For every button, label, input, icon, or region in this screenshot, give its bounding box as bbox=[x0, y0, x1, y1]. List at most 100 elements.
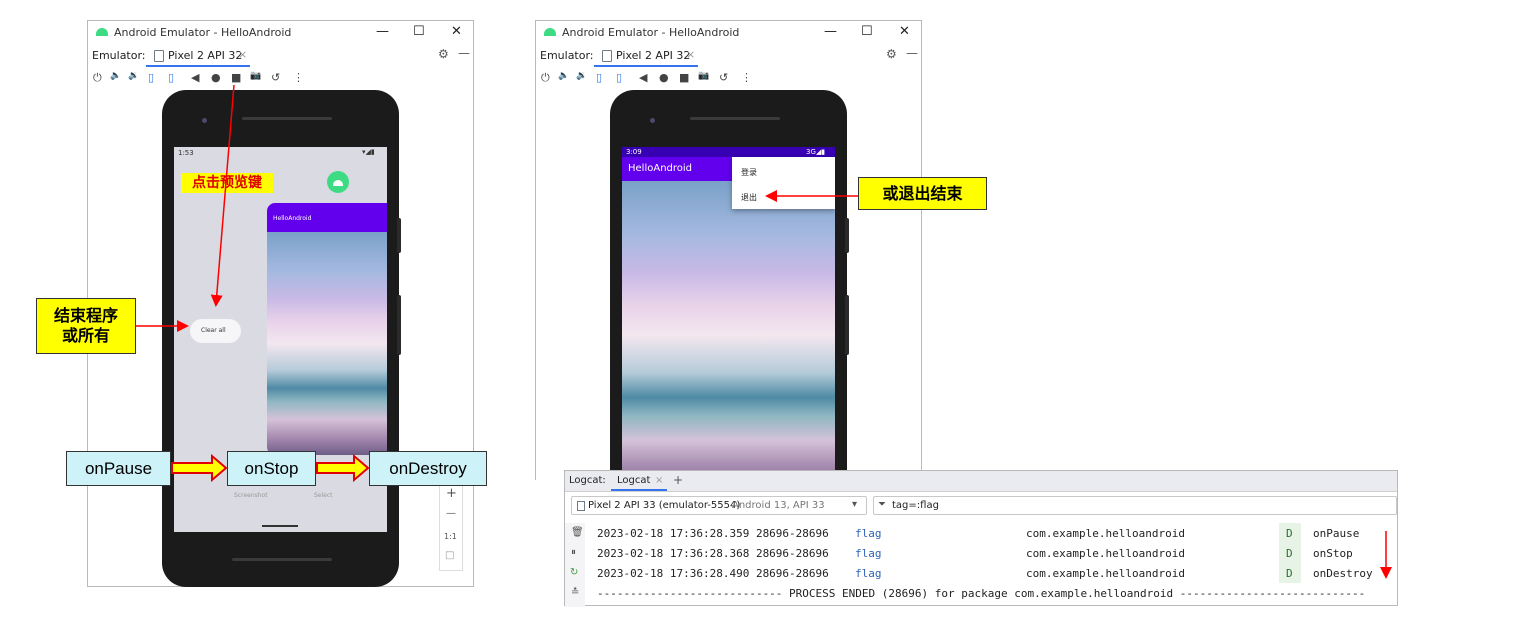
logcat-tab-label: Logcat bbox=[617, 475, 651, 486]
maximize-button[interactable]: ☐ bbox=[861, 24, 873, 39]
collapse-icon[interactable]: — bbox=[458, 46, 470, 60]
maximize-button[interactable]: ☐ bbox=[413, 24, 425, 39]
app-screen: 3:09 3G◢▮ HelloAndroid 登录 退出 bbox=[622, 147, 835, 490]
window-title: Android Emulator - HelloAndroid bbox=[114, 26, 292, 39]
device-tab[interactable]: Pixel 2 API 32 × bbox=[146, 45, 250, 67]
emulator-label: Emulator: bbox=[92, 49, 146, 62]
app-card[interactable]: HelloAndroid bbox=[267, 203, 387, 455]
left-emulator-window: Android Emulator - HelloAndroid — ☐ ✕ Em… bbox=[87, 20, 474, 587]
snapshot-icon[interactable]: ↺ bbox=[271, 71, 280, 84]
zoom-actual-button[interactable]: 1:1 bbox=[444, 532, 457, 541]
volume-up-icon[interactable]: 🔈 bbox=[558, 71, 569, 81]
rotate-left-icon[interactable]: ▯ bbox=[148, 71, 154, 84]
annotation-or-exit-text: 或退出结束 bbox=[882, 184, 963, 203]
logcat-filter-bar: Pixel 2 API 33 (emulator-5554) Android 1… bbox=[565, 493, 1397, 517]
right-title-bar: Android Emulator - HelloAndroid — ☐ ✕ bbox=[536, 21, 921, 45]
power-icon[interactable]: ⏻ bbox=[93, 71, 102, 85]
top-speaker bbox=[242, 117, 332, 120]
filter-text: tag=:flag bbox=[892, 500, 939, 511]
device-tab-label: Pixel 2 API 32 bbox=[168, 49, 243, 62]
snapshot-icon[interactable]: ↺ bbox=[719, 71, 728, 84]
status-bar: 3:09 3G◢▮ bbox=[622, 147, 835, 157]
rotate-left-icon[interactable]: ▯ bbox=[596, 71, 602, 84]
rotate-right-icon[interactable]: ▯ bbox=[168, 71, 174, 84]
home-icon[interactable]: ● bbox=[659, 71, 669, 84]
collapse-icon[interactable]: — bbox=[906, 46, 918, 60]
zoom-fit-button[interactable]: □ bbox=[445, 550, 454, 561]
log-row: 2023-02-18 17:36:28.490 28696-28696 flag… bbox=[565, 563, 1397, 583]
logcat-tab[interactable]: Logcat × bbox=[611, 471, 667, 491]
app-card-title: HelloAndroid bbox=[273, 215, 312, 222]
log-row: 2023-02-18 17:36:28.359 28696-28696 flag… bbox=[565, 523, 1397, 543]
logcat-tab-close-icon[interactable]: × bbox=[655, 475, 663, 486]
log-level-text: D bbox=[1286, 547, 1293, 560]
close-button[interactable]: ✕ bbox=[451, 24, 462, 39]
phone-frame: 1:53 ▾◢▮ HelloAndroid Clear all Screensh… bbox=[162, 90, 401, 587]
power-key bbox=[397, 218, 401, 253]
filter-input[interactable]: ⏷ tag=:flag bbox=[873, 496, 1397, 515]
tab-close-icon[interactable]: × bbox=[686, 48, 695, 61]
front-camera bbox=[202, 118, 207, 123]
add-tab-button[interactable]: + bbox=[673, 473, 683, 487]
annotation-click-overview: 点击预览键 bbox=[181, 173, 273, 193]
screenshot-icon[interactable]: 📷 bbox=[250, 71, 261, 81]
tab-close-icon[interactable]: × bbox=[238, 48, 247, 61]
gear-icon[interactable]: ⚙ bbox=[438, 47, 449, 61]
filter-icon: ⏷ bbox=[878, 499, 886, 510]
annotation-click-overview-text: 点击预览键 bbox=[192, 175, 262, 191]
chevron-down-icon: ▾ bbox=[852, 499, 858, 510]
menu-item-login[interactable]: 登录 bbox=[741, 167, 757, 178]
app-card-bar: HelloAndroid bbox=[267, 203, 387, 232]
log-level-text: D bbox=[1286, 527, 1293, 540]
more-icon[interactable]: ⋮ bbox=[741, 71, 752, 84]
clear-all-label: Clear all bbox=[201, 327, 226, 334]
annotation-onstop: onStop bbox=[227, 451, 316, 486]
overview-icon[interactable]: ■ bbox=[679, 71, 689, 84]
log-message: onPause bbox=[1313, 527, 1360, 540]
right-emulator-toolbar: ⏻ 🔈 🔉 ▯ ▯ ◀ ● ■ 📷 ↺ ⋮ bbox=[536, 69, 921, 89]
annotation-ondestroy-text: onDestroy bbox=[389, 459, 467, 478]
minimize-button[interactable]: — bbox=[824, 24, 837, 39]
power-icon[interactable]: ⏻ bbox=[541, 71, 550, 85]
zoom-in-button[interactable]: + bbox=[446, 486, 457, 501]
gesture-bar[interactable] bbox=[262, 525, 298, 527]
screenshot-icon[interactable]: 📷 bbox=[698, 71, 709, 81]
home-icon[interactable]: ● bbox=[211, 71, 221, 84]
zoom-out-button[interactable]: — bbox=[446, 508, 456, 519]
zoom-controls: + — 1:1 □ bbox=[439, 481, 463, 571]
log-tag: flag bbox=[855, 527, 882, 540]
volume-down-icon[interactable]: 🔉 bbox=[576, 71, 587, 81]
overflow-menu: 登录 退出 bbox=[732, 157, 835, 209]
log-level: D bbox=[1279, 523, 1301, 543]
log-time: 2023-02-18 17:36:28.368 28696-28696 bbox=[597, 547, 829, 560]
screenshot-action[interactable]: Screenshot bbox=[234, 492, 268, 499]
minimize-button[interactable]: — bbox=[376, 24, 389, 39]
status-time: 3:09 bbox=[626, 148, 642, 156]
gear-icon[interactable]: ⚙ bbox=[886, 47, 897, 61]
select-action[interactable]: Select bbox=[314, 492, 333, 499]
back-icon[interactable]: ◀ bbox=[191, 71, 199, 84]
log-package: com.example.helloandroid bbox=[1026, 567, 1185, 580]
volume-key bbox=[845, 295, 849, 355]
status-icons: ▾◢▮ bbox=[362, 148, 375, 156]
more-icon[interactable]: ⋮ bbox=[293, 71, 304, 84]
volume-down-icon[interactable]: 🔉 bbox=[128, 71, 139, 81]
device-tab[interactable]: Pixel 2 API 32 × bbox=[594, 45, 698, 67]
right-emulator-window: Android Emulator - HelloAndroid — ☐ ✕ Em… bbox=[535, 20, 922, 490]
clear-all-button[interactable]: Clear all bbox=[190, 319, 241, 343]
log-tag: flag bbox=[855, 567, 882, 580]
overview-icon[interactable]: ■ bbox=[231, 71, 241, 84]
close-button[interactable]: ✕ bbox=[899, 24, 910, 39]
device-select[interactable]: Pixel 2 API 33 (emulator-5554) Android 1… bbox=[571, 496, 867, 515]
rotate-right-icon[interactable]: ▯ bbox=[616, 71, 622, 84]
annotation-onpause-text: onPause bbox=[84, 459, 153, 478]
volume-up-icon[interactable]: 🔈 bbox=[110, 71, 121, 81]
annotation-end-program-line1: 结束程序 bbox=[53, 306, 118, 325]
menu-item-exit[interactable]: 退出 bbox=[741, 192, 757, 203]
annotation-or-exit: 或退出结束 bbox=[858, 177, 987, 210]
android-icon bbox=[544, 28, 556, 36]
process-ended-row: ---------------------------- PROCESS END… bbox=[565, 583, 1397, 603]
back-icon[interactable]: ◀ bbox=[639, 71, 647, 84]
annotation-onstop-text: onStop bbox=[244, 459, 299, 478]
device-icon bbox=[602, 50, 612, 62]
